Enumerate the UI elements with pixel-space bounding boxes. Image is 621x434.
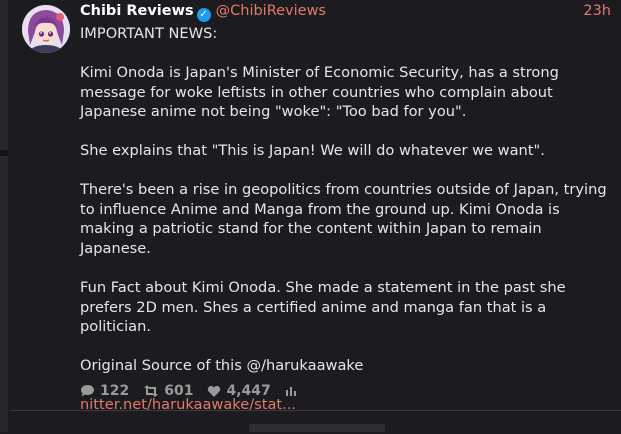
like-stat[interactable]: 4,447 (207, 383, 271, 399)
tweet-body: IMPORTANT NEWS: Kimi Onoda is Japan's Mi… (80, 24, 610, 434)
verified-badge-icon: ✓ (196, 8, 211, 22)
reply-count: 122 (100, 383, 130, 399)
tweet-divider (10, 410, 621, 411)
display-name[interactable]: Chibi Reviews (80, 3, 194, 19)
retweet-icon (144, 385, 159, 397)
tweet-stats: 122 601 4,447 (80, 381, 316, 401)
tweet-paragraph: There's been a rise in geopolitics from … (80, 181, 607, 257)
timestamp[interactable]: 23h (583, 3, 611, 19)
tweet-paragraph: IMPORTANT NEWS: (80, 25, 218, 42)
tweet-paragraph: Fun Fact about Kimi Onoda. She made a st… (80, 278, 566, 336)
views-stat[interactable] (285, 385, 302, 397)
rail-marker (0, 150, 8, 156)
bar-chart-icon (285, 387, 296, 396)
tweet-card[interactable]: Chibi Reviews ✓ @ChibiReviews 23h IMPORTAN… (10, 0, 621, 413)
tweet-header: Chibi Reviews ✓ @ChibiReviews 23h (80, 3, 611, 23)
heart-icon (208, 385, 221, 397)
tweet-paragraph: Kimi Onoda is Japan's Minister of Econom… (80, 63, 559, 121)
tweet-paragraph: She explains that "This is Japan! We wil… (80, 142, 545, 160)
user-handle[interactable]: @ChibiReviews (216, 3, 326, 19)
reply-stat[interactable]: 122 (80, 383, 129, 399)
load-more-bar[interactable] (249, 424, 385, 432)
tweet-paragraph: Original Source of this @/harukaawake (80, 357, 364, 375)
retweet-stat[interactable]: 601 (143, 383, 193, 399)
avatar-image (22, 5, 70, 53)
retweet-count: 601 (164, 383, 194, 399)
avatar[interactable] (22, 5, 70, 53)
like-count: 4,447 (226, 383, 271, 399)
left-rail (0, 0, 8, 432)
comment-icon (81, 385, 94, 397)
